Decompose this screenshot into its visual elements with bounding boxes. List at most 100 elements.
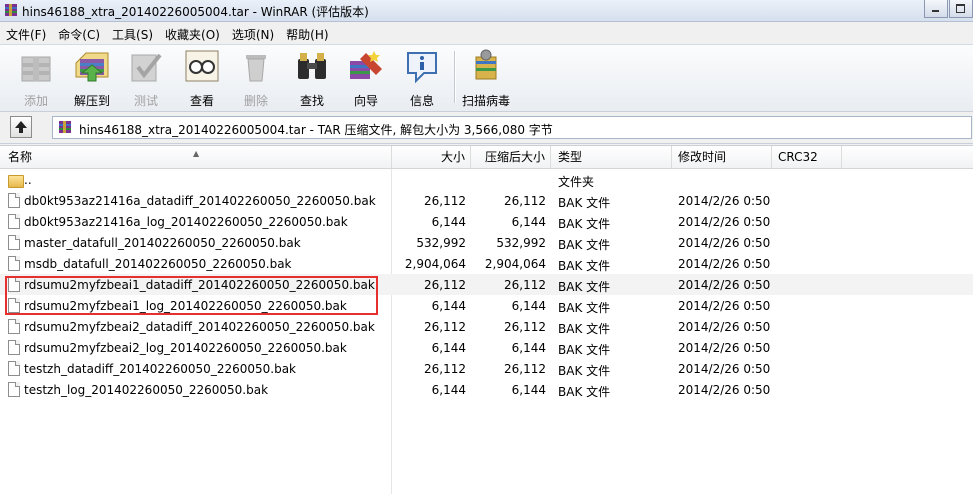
menu-commands[interactable]: 命令(C) <box>52 23 106 43</box>
sort-ascending-icon: ▲ <box>193 149 200 158</box>
file-type: BAK 文件 <box>558 217 611 231</box>
column-type[interactable]: 类型 <box>551 146 672 168</box>
file-type: 文件夹 <box>558 175 595 189</box>
column-size[interactable]: 大小 <box>392 146 471 168</box>
file-row[interactable]: rdsumu2myfzbeai2_log_201402260050_226005… <box>0 337 973 358</box>
file-name: db0kt953az21416a_log_201402260050_226005… <box>24 215 348 229</box>
file-row[interactable]: db0kt953az21416a_datadiff_201402260050_2… <box>0 190 973 211</box>
file-icon <box>8 193 20 208</box>
menu-favorites[interactable]: 收藏夹(O) <box>159 23 226 43</box>
file-size: 6,144 <box>431 341 466 355</box>
menu-options[interactable]: 选项(N) <box>226 23 280 43</box>
column-name[interactable]: 名称 ▲ <box>0 146 392 168</box>
file-size: 532,992 <box>416 236 466 250</box>
arrow-up-icon <box>15 121 27 133</box>
view-button[interactable]: 查看 <box>176 47 228 109</box>
file-modified: 2014/2/26 0:50 <box>678 341 771 355</box>
file-packed-size: 6,144 <box>511 215 546 229</box>
file-rows: .. 文件夹 db0kt953az21416a_datadiff_201402260… <box>0 169 973 400</box>
file-name: testzh_log_201402260050_2260050.bak <box>24 383 269 397</box>
file-type: BAK 文件 <box>558 343 611 357</box>
file-name: rdsumu2myfzbeai2_datadiff_201402260050_2… <box>24 320 375 334</box>
toolbar: 添加 解压到 测试 查看 删除 查找 向导 信息 扫描病毒 <box>0 44 973 112</box>
delete-button[interactable]: 删除 <box>230 47 282 109</box>
archive-path: hins46188_xtra_20140226005004.tar - TAR … <box>79 123 553 137</box>
file-type: BAK 文件 <box>558 280 611 294</box>
file-modified: 2014/2/26 0:50 <box>678 194 771 208</box>
wizard-button[interactable]: 向导 <box>340 47 392 109</box>
find-button[interactable]: 查找 <box>286 47 338 109</box>
menu-file[interactable]: 文件(F) <box>0 23 52 43</box>
file-row[interactable]: rdsumu2myfzbeai2_datadiff_201402260050_2… <box>0 316 973 337</box>
file-packed-size: 26,112 <box>504 320 546 334</box>
file-name: .. <box>24 173 32 187</box>
file-packed-size: 6,144 <box>511 383 546 397</box>
maximize-button[interactable] <box>949 0 973 18</box>
file-row[interactable]: testzh_log_201402260050_2260050.bak 6,144… <box>0 379 973 400</box>
file-row[interactable]: db0kt953az21416a_log_201402260050_226005… <box>0 211 973 232</box>
file-type: BAK 文件 <box>558 385 611 399</box>
toolbar-separator <box>454 51 456 103</box>
file-packed-size: 26,112 <box>504 194 546 208</box>
file-type: BAK 文件 <box>558 259 611 273</box>
scan-virus-button[interactable]: 扫描病毒 <box>460 47 512 109</box>
address-bar: hins46188_xtra_20140226005004.tar - TAR … <box>0 112 973 144</box>
file-type: BAK 文件 <box>558 364 611 378</box>
file-row[interactable]: .. 文件夹 <box>0 169 973 190</box>
extract-icon <box>75 52 109 82</box>
file-packed-size: 6,144 <box>511 341 546 355</box>
add-button[interactable]: 添加 <box>10 47 62 109</box>
virus-scan-icon <box>475 49 497 80</box>
file-modified: 2014/2/26 0:50 <box>678 362 771 376</box>
extract-button[interactable]: 解压到 <box>66 47 118 109</box>
add-icon <box>21 56 51 82</box>
file-size: 2,904,064 <box>404 257 466 271</box>
info-icon <box>407 52 437 84</box>
path-field[interactable]: hins46188_xtra_20140226005004.tar - TAR … <box>52 116 972 139</box>
file-size: 6,144 <box>431 215 466 229</box>
file-type: BAK 文件 <box>558 322 611 336</box>
up-folder-button[interactable] <box>10 116 32 138</box>
title-bar: hins46188_xtra_20140226005004.tar - WinR… <box>0 0 973 22</box>
file-row[interactable]: rdsumu2myfzbeai1_datadiff_201402260050_2… <box>0 274 973 295</box>
file-row[interactable]: msdb_datafull_201402260050_2260050.bak 2,… <box>0 253 973 274</box>
file-modified: 2014/2/26 0:50 <box>678 278 771 292</box>
file-row[interactable]: testzh_datadiff_201402260050_2260050.bak… <box>0 358 973 379</box>
file-type: BAK 文件 <box>558 238 611 252</box>
file-row[interactable]: rdsumu2myfzbeai1_log_201402260050_226005… <box>0 295 973 316</box>
file-modified: 2014/2/26 0:50 <box>678 257 771 271</box>
wizard-icon <box>350 51 382 79</box>
file-type: BAK 文件 <box>558 196 611 210</box>
test-button[interactable]: 测试 <box>120 47 172 109</box>
file-name: msdb_datafull_201402260050_2260050.bak <box>24 257 292 271</box>
minimize-button[interactable] <box>924 0 948 18</box>
file-icon <box>8 340 20 355</box>
file-icon <box>8 361 20 376</box>
file-row[interactable]: master_datafull_201402260050_2260050.bak… <box>0 232 973 253</box>
file-modified: 2014/2/26 0:50 <box>678 320 771 334</box>
file-name: db0kt953az21416a_datadiff_201402260050_2… <box>24 194 376 208</box>
menu-tools[interactable]: 工具(S) <box>106 23 159 43</box>
column-modified[interactable]: 修改时间 <box>672 146 772 168</box>
menu-bar: 文件(F) 命令(C) 工具(S) 收藏夹(O) 选项(N) 帮助(H) <box>0 23 973 43</box>
test-icon <box>131 53 162 82</box>
column-packed-size[interactable]: 压缩后大小 <box>471 146 551 168</box>
info-button[interactable]: 信息 <box>396 47 448 109</box>
file-size: 26,112 <box>424 194 466 208</box>
file-icon <box>8 319 20 334</box>
delete-icon <box>246 55 266 82</box>
file-packed-size: 26,112 <box>504 278 546 292</box>
file-name: rdsumu2myfzbeai2_log_201402260050_226005… <box>24 341 347 355</box>
file-modified: 2014/2/26 0:50 <box>678 236 771 250</box>
file-size: 6,144 <box>431 299 466 313</box>
file-modified: 2014/2/26 0:50 <box>678 383 771 397</box>
menu-help[interactable]: 帮助(H) <box>280 23 334 43</box>
file-list: 名称 ▲ 大小 压缩后大小 类型 修改时间 CRC32 .. 文件夹 db0kt95… <box>0 145 973 494</box>
file-icon <box>8 298 20 313</box>
file-icon <box>8 214 20 229</box>
file-type: BAK 文件 <box>558 301 611 315</box>
list-header: 名称 ▲ 大小 压缩后大小 类型 修改时间 CRC32 <box>0 146 973 169</box>
file-name: rdsumu2myfzbeai1_datadiff_201402260050_2… <box>24 278 375 292</box>
column-crc32[interactable]: CRC32 <box>772 146 842 168</box>
file-icon <box>8 235 20 250</box>
